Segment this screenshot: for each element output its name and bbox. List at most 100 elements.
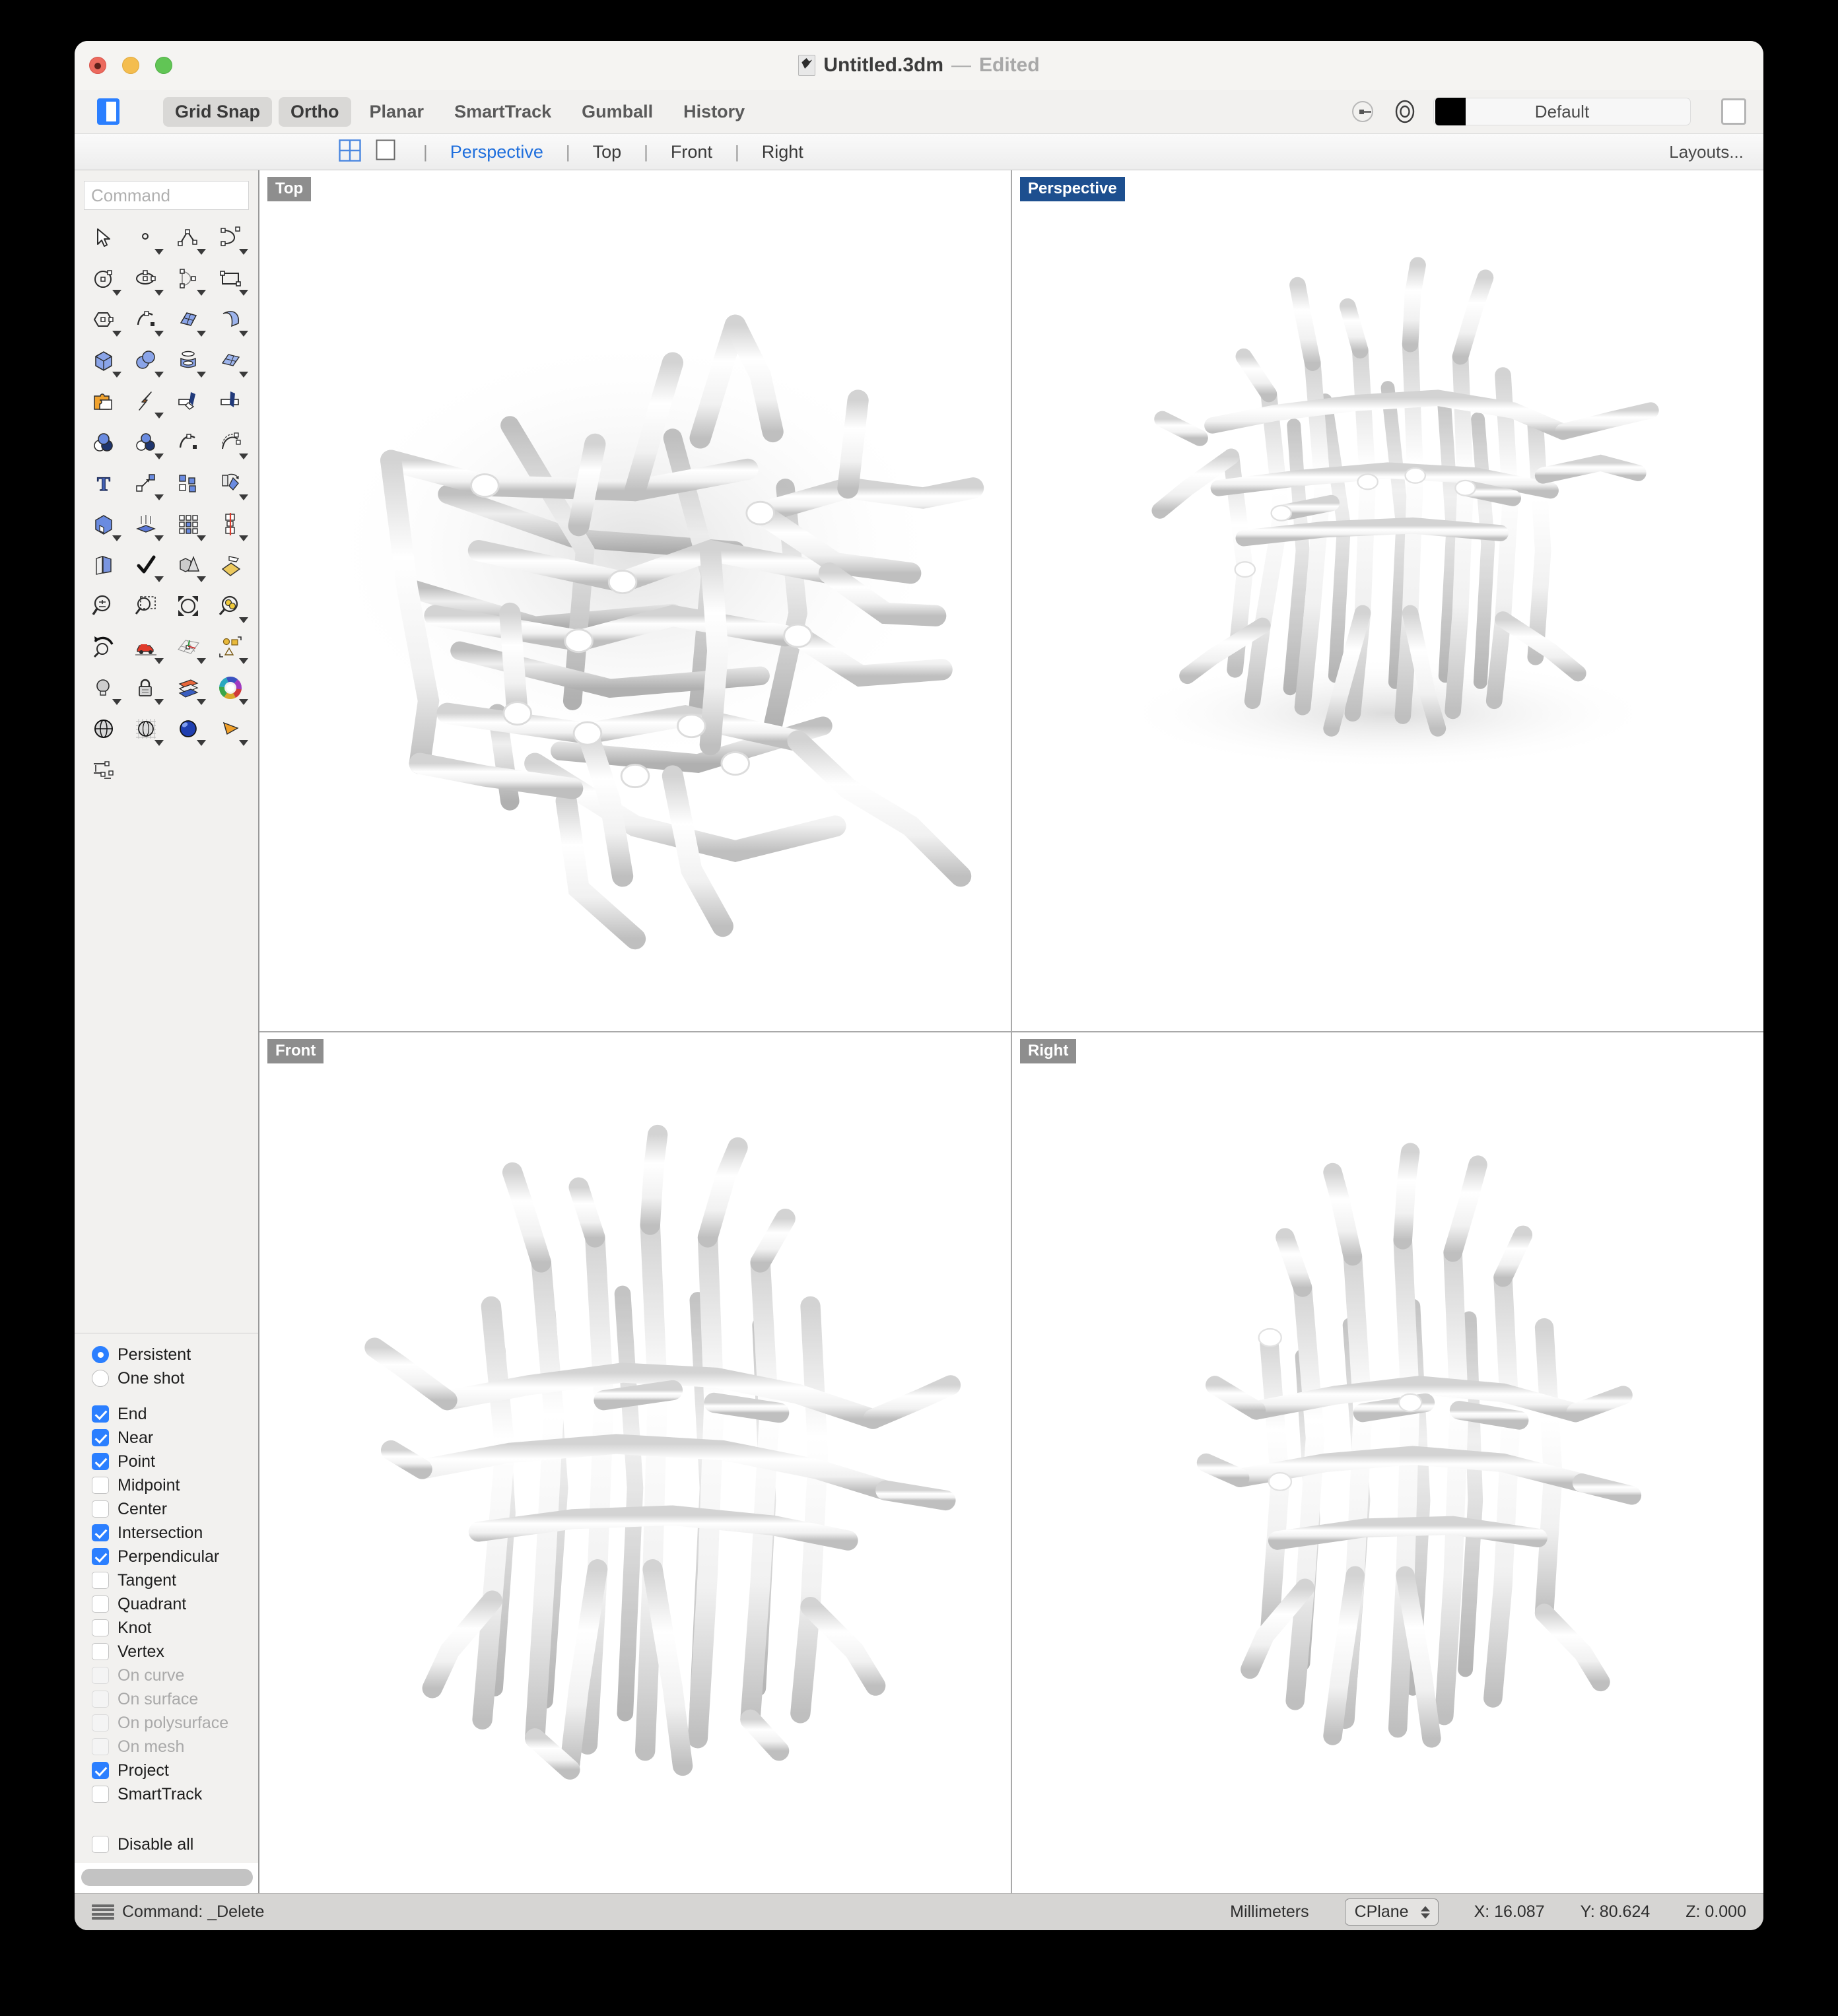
snap-row-smarttrack[interactable]: SmartTrack [92,1782,258,1806]
radio-one-shot-icon[interactable] [92,1370,109,1387]
chevron-down-icon[interactable] [197,331,206,337]
checkbox-quadrant-icon[interactable] [92,1596,109,1613]
extrude-up-icon[interactable] [126,504,166,544]
zoom-selected-icon[interactable] [211,586,250,626]
checkbox-vertex-icon[interactable] [92,1643,109,1660]
color-wheel-icon[interactable] [211,668,250,708]
chevron-down-icon[interactable] [197,290,206,296]
snap-mode-one-shot[interactable]: One shot [92,1366,258,1390]
snap-row-midpoint[interactable]: Midpoint [92,1473,258,1497]
chevron-down-icon[interactable] [154,494,164,500]
command-input[interactable] [84,181,249,210]
layouts-button[interactable]: Layouts... [1669,142,1744,162]
viewport-perspective[interactable]: Perspective [1012,170,1763,1031]
ellipse-icon[interactable] [126,259,166,298]
sidebar-toggle-icon[interactable] [97,98,119,125]
circle-icon[interactable] [84,259,123,298]
tab-top[interactable]: Top [582,142,632,162]
boolean-difference-icon[interactable] [84,422,123,462]
layers-icon[interactable] [168,668,208,708]
single-viewport-layout-icon[interactable] [376,139,397,165]
copy-icon[interactable] [168,463,208,503]
chevron-down-icon[interactable] [154,249,164,255]
chevron-down-icon[interactable] [154,535,164,541]
snap-row-intersection[interactable]: Intersection [92,1521,258,1545]
surface-patch-icon[interactable] [211,341,250,380]
zoom-previous-icon[interactable] [84,627,123,667]
viewport-label-right[interactable]: Right [1020,1039,1076,1063]
light-icon[interactable] [84,668,123,708]
viewport-front[interactable]: Front [259,1032,1011,1893]
layer-icon[interactable] [1349,98,1377,125]
point-icon[interactable] [126,218,166,257]
viewport-canvas-top[interactable] [259,170,1011,1031]
zoom-window-icon[interactable] [126,586,166,626]
chevron-down-icon[interactable] [154,454,164,459]
zoom-in-out-icon[interactable] [84,586,123,626]
fillet-curve-icon[interactable] [126,300,166,339]
tab-right[interactable]: Right [751,142,814,162]
snap-row-knot[interactable]: Knot [92,1616,258,1640]
chevron-down-icon[interactable] [239,699,248,705]
snap-row-end[interactable]: End [92,1402,258,1426]
chevron-down-icon[interactable] [154,576,164,582]
chevron-down-icon[interactable] [239,454,248,459]
walk-icon[interactable] [126,627,166,667]
radio-persistent-icon[interactable] [92,1346,109,1363]
mode-history[interactable]: History [671,97,757,127]
chevron-down-icon[interactable] [239,740,248,746]
snap-row-vertex[interactable]: Vertex [92,1640,258,1663]
mode-smarttrack[interactable]: SmartTrack [442,97,563,127]
cplane-selector[interactable]: CPlane [1345,1898,1439,1926]
chevron-down-icon[interactable] [154,658,164,664]
viewport-top[interactable]: Top [259,170,1011,1031]
revolve-icon[interactable] [168,341,208,380]
rotate-icon[interactable] [211,463,250,503]
array-icon[interactable] [168,504,208,544]
offset-curve-icon[interactable] [168,422,208,462]
select-arrow-icon[interactable] [84,218,123,257]
chevron-down-icon[interactable] [154,331,164,337]
mode-ortho[interactable]: Ortho [279,97,351,127]
chevron-down-icon[interactable] [239,249,248,255]
chevron-down-icon[interactable] [112,331,121,337]
checkbox-knot-icon[interactable] [92,1619,109,1636]
checkbox-disable-all-icon[interactable] [92,1836,109,1853]
cone-view-icon[interactable] [211,709,250,749]
chevron-down-icon[interactable] [239,372,248,378]
snap-row-near[interactable]: Near [92,1426,258,1450]
polyline-icon[interactable] [168,218,208,257]
chevron-down-icon[interactable] [154,290,164,296]
chevron-down-icon[interactable] [112,290,121,296]
rectangle-icon[interactable] [211,259,250,298]
chevron-down-icon[interactable] [239,494,248,500]
chevron-down-icon[interactable] [154,740,164,746]
chevron-down-icon[interactable] [154,413,164,419]
surface-from-points-icon[interactable] [168,300,208,339]
unroll-icon[interactable] [84,545,123,585]
offset-dashed-icon[interactable] [211,422,250,462]
split-icon[interactable] [168,382,208,421]
chevron-down-icon[interactable] [239,290,248,296]
boolean-intersection-icon[interactable] [126,422,166,462]
check-icon[interactable] [126,545,166,585]
box-icon[interactable] [84,341,123,380]
chevron-down-icon[interactable] [197,535,206,541]
chevron-down-icon[interactable] [197,699,206,705]
tab-front[interactable]: Front [660,142,723,162]
viewport-label-front[interactable]: Front [267,1039,323,1063]
checkbox-end-icon[interactable] [92,1405,109,1423]
snap-row-point[interactable]: Point [92,1450,258,1473]
sidebar-horizontal-scrollbar[interactable] [81,1869,253,1886]
chevron-down-icon[interactable] [112,699,121,705]
rendered-sphere-icon[interactable] [168,709,208,749]
snap-row-tangent[interactable]: Tangent [92,1568,258,1592]
viewport-right[interactable]: Right [1012,1032,1763,1893]
chevron-down-icon[interactable] [239,535,248,541]
tab-perspective[interactable]: Perspective [440,142,554,162]
viewport-label-perspective[interactable]: Perspective [1020,177,1125,201]
right-panel-toggle-icon[interactable] [1721,98,1746,125]
snap-row-center[interactable]: Center [92,1497,258,1521]
arc-icon[interactable] [168,259,208,298]
checkbox-midpoint-icon[interactable] [92,1477,109,1494]
